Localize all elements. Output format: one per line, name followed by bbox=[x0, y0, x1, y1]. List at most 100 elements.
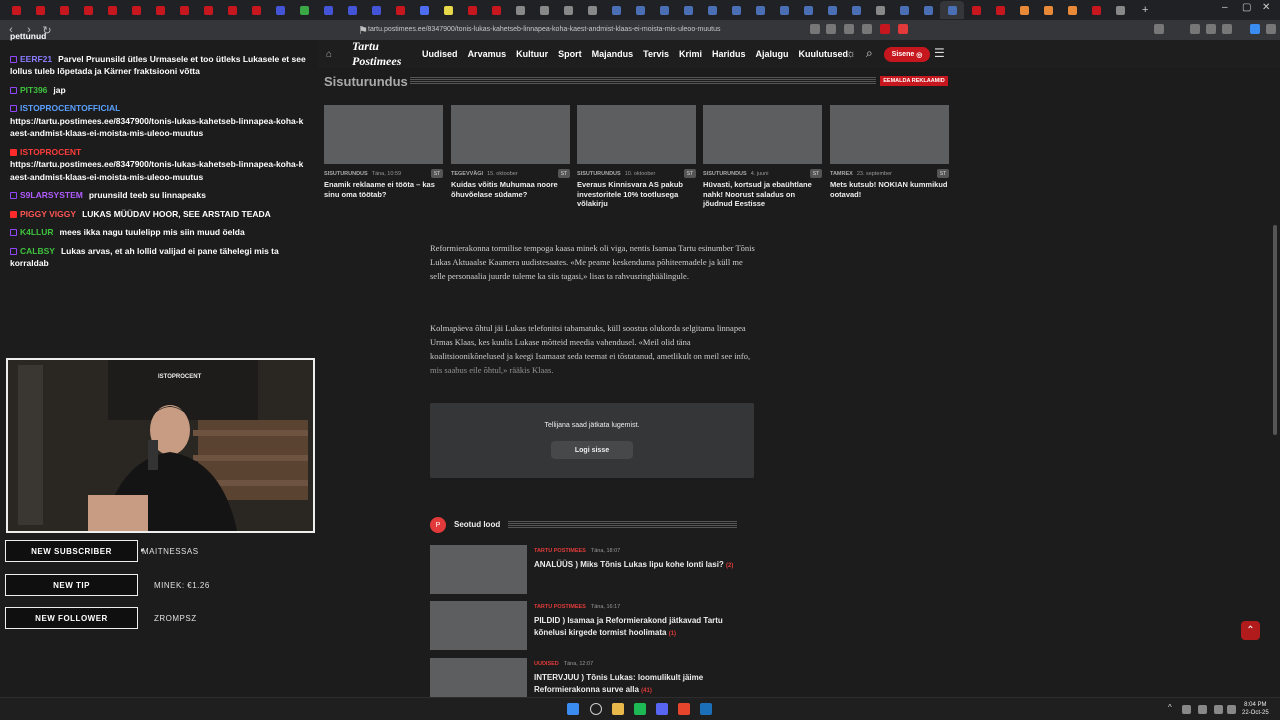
nav-uudised[interactable]: Uudised bbox=[422, 49, 458, 59]
search-icon[interactable] bbox=[590, 703, 602, 715]
browser-tab[interactable] bbox=[388, 1, 412, 19]
volume-icon[interactable] bbox=[1227, 705, 1236, 714]
browser-tab[interactable] bbox=[820, 1, 844, 19]
browser-tab[interactable] bbox=[724, 1, 748, 19]
login-button[interactable]: Logi sisse bbox=[551, 441, 633, 459]
discord-icon[interactable] bbox=[656, 703, 668, 715]
nav-krimi[interactable]: Krimi bbox=[679, 49, 702, 59]
browser-tab[interactable] bbox=[892, 1, 916, 19]
browser-tab[interactable] bbox=[124, 1, 148, 19]
browser-tab[interactable] bbox=[220, 1, 244, 19]
tray-icon[interactable] bbox=[1182, 705, 1191, 714]
browser-tab[interactable] bbox=[412, 1, 436, 19]
browser-tab[interactable] bbox=[1036, 1, 1060, 19]
browser-tab[interactable] bbox=[1060, 1, 1084, 19]
translate-icon[interactable] bbox=[826, 24, 836, 34]
browser-tab[interactable] bbox=[460, 1, 484, 19]
brave-icon[interactable] bbox=[678, 703, 690, 715]
nav-haridus[interactable]: Haridus bbox=[712, 49, 746, 59]
nav-sport[interactable]: Sport bbox=[558, 49, 582, 59]
hamburger-menu-icon[interactable]: ☰ bbox=[934, 46, 945, 60]
theme-toggle-icon[interactable]: ☼ bbox=[846, 48, 856, 60]
brave-shield-icon[interactable] bbox=[880, 24, 890, 34]
menu-icon[interactable] bbox=[1266, 24, 1276, 34]
browser-tab[interactable] bbox=[436, 1, 460, 19]
extension-icon[interactable] bbox=[810, 24, 820, 34]
browser-tab[interactable] bbox=[196, 1, 220, 19]
home-icon[interactable]: ⌂ bbox=[326, 49, 332, 60]
reader-icon[interactable] bbox=[844, 24, 854, 34]
sponsored-card[interactable]: TAMREX 23. september ST Mets kutsub! NOKIAN… bbox=[830, 105, 949, 199]
browser-tab[interactable] bbox=[532, 1, 556, 19]
sponsored-card[interactable]: TEGEVVÄGI 15. oktoober ST Kuidas võitis Muh… bbox=[451, 105, 570, 199]
scroll-to-top-button[interactable]: ⌃ bbox=[1241, 621, 1260, 640]
browser-tab[interactable] bbox=[4, 1, 28, 19]
nav-majandus[interactable]: Majandus bbox=[592, 49, 634, 59]
browser-tab[interactable] bbox=[100, 1, 124, 19]
maximize-icon[interactable]: ▢ bbox=[1242, 2, 1251, 13]
browser-tab[interactable] bbox=[796, 1, 820, 19]
browser-tab[interactable] bbox=[172, 1, 196, 19]
browser-tab[interactable] bbox=[748, 1, 772, 19]
browser-tab[interactable] bbox=[988, 1, 1012, 19]
browser-tab[interactable] bbox=[76, 1, 100, 19]
tray-chevron-icon[interactable]: ^ bbox=[1168, 703, 1172, 712]
close-window-icon[interactable]: ✕ bbox=[1262, 2, 1270, 13]
browser-tab[interactable] bbox=[676, 1, 700, 19]
browser-tab[interactable] bbox=[772, 1, 796, 19]
sponsored-card[interactable]: SISUTURUNDUS 10. oktoober ST Everaus Kinnis… bbox=[577, 105, 696, 209]
browser-tab[interactable] bbox=[604, 1, 628, 19]
browser-tab[interactable] bbox=[1012, 1, 1036, 19]
browser-tab[interactable] bbox=[1084, 1, 1108, 19]
browser-tab[interactable] bbox=[556, 1, 580, 19]
rewards-icon[interactable] bbox=[898, 24, 908, 34]
signin-button[interactable]: Sisene ◎ bbox=[884, 47, 930, 62]
clock[interactable]: 8:04 PM 22-Oct-25 bbox=[1242, 701, 1269, 717]
browser-tab[interactable] bbox=[244, 1, 268, 19]
browser-tab[interactable] bbox=[508, 1, 532, 19]
browser-tab[interactable] bbox=[268, 1, 292, 19]
browser-tab[interactable] bbox=[148, 1, 172, 19]
browser-tab[interactable] bbox=[940, 1, 964, 19]
mic-icon[interactable] bbox=[1198, 705, 1207, 714]
browser-tab[interactable] bbox=[652, 1, 676, 19]
remove-ads-button[interactable]: EEMALDA REKLAAMID bbox=[880, 76, 948, 86]
split-view-icon[interactable] bbox=[1206, 24, 1216, 34]
related-item[interactable]: TARTU POSTIMEES Täna, 18:07 ANALÜÜS ) Miks… bbox=[430, 545, 760, 595]
share-icon[interactable] bbox=[862, 24, 872, 34]
search-icon[interactable]: ⌕ bbox=[866, 46, 873, 61]
browser-tab[interactable] bbox=[700, 1, 724, 19]
sponsored-card[interactable]: SISUTURUNDUS Täna, 10:59 ST Enamik reklaame… bbox=[324, 105, 443, 199]
browser-tab[interactable] bbox=[52, 1, 76, 19]
nav-kuulutused[interactable]: Kuulutused bbox=[799, 49, 849, 59]
vpn-icon[interactable] bbox=[1250, 24, 1260, 34]
new-tab-icon[interactable]: + bbox=[1142, 4, 1148, 16]
browser-tab[interactable] bbox=[340, 1, 364, 19]
nav-kultuur[interactable]: Kultuur bbox=[516, 49, 548, 59]
related-item[interactable]: TARTU POSTIMEES Täna, 16:17 PILDID ) Isama… bbox=[430, 601, 760, 651]
app-icon[interactable] bbox=[634, 703, 646, 715]
browser-tab[interactable] bbox=[292, 1, 316, 19]
scrollbar[interactable] bbox=[1273, 225, 1277, 435]
browser-tab[interactable] bbox=[364, 1, 388, 19]
browser-tab[interactable] bbox=[868, 1, 892, 19]
steam-icon[interactable] bbox=[700, 703, 712, 715]
nav-tervis[interactable]: Tervis bbox=[643, 49, 669, 59]
browser-tab[interactable] bbox=[964, 1, 988, 19]
start-icon[interactable] bbox=[567, 703, 579, 715]
media-icon[interactable] bbox=[1190, 24, 1200, 34]
sponsored-card[interactable]: SISUTURUNDUS 4. juuni ST Hüvasti, kortsud j… bbox=[703, 105, 822, 209]
browser-tab[interactable] bbox=[316, 1, 340, 19]
browser-tab[interactable] bbox=[628, 1, 652, 19]
site-logo[interactable]: Tartu Postimees bbox=[352, 39, 422, 69]
browser-tab[interactable] bbox=[484, 1, 508, 19]
sidebar-icon[interactable] bbox=[1154, 24, 1164, 34]
nav-ajalugu[interactable]: Ajalugu bbox=[756, 49, 789, 59]
minimize-icon[interactable]: – bbox=[1222, 2, 1228, 13]
file-explorer-icon[interactable] bbox=[612, 703, 624, 715]
browser-tab[interactable] bbox=[580, 1, 604, 19]
network-icon[interactable] bbox=[1214, 705, 1223, 714]
browser-tab[interactable] bbox=[916, 1, 940, 19]
wallet-icon[interactable] bbox=[1222, 24, 1232, 34]
nav-arvamus[interactable]: Arvamus bbox=[468, 49, 507, 59]
